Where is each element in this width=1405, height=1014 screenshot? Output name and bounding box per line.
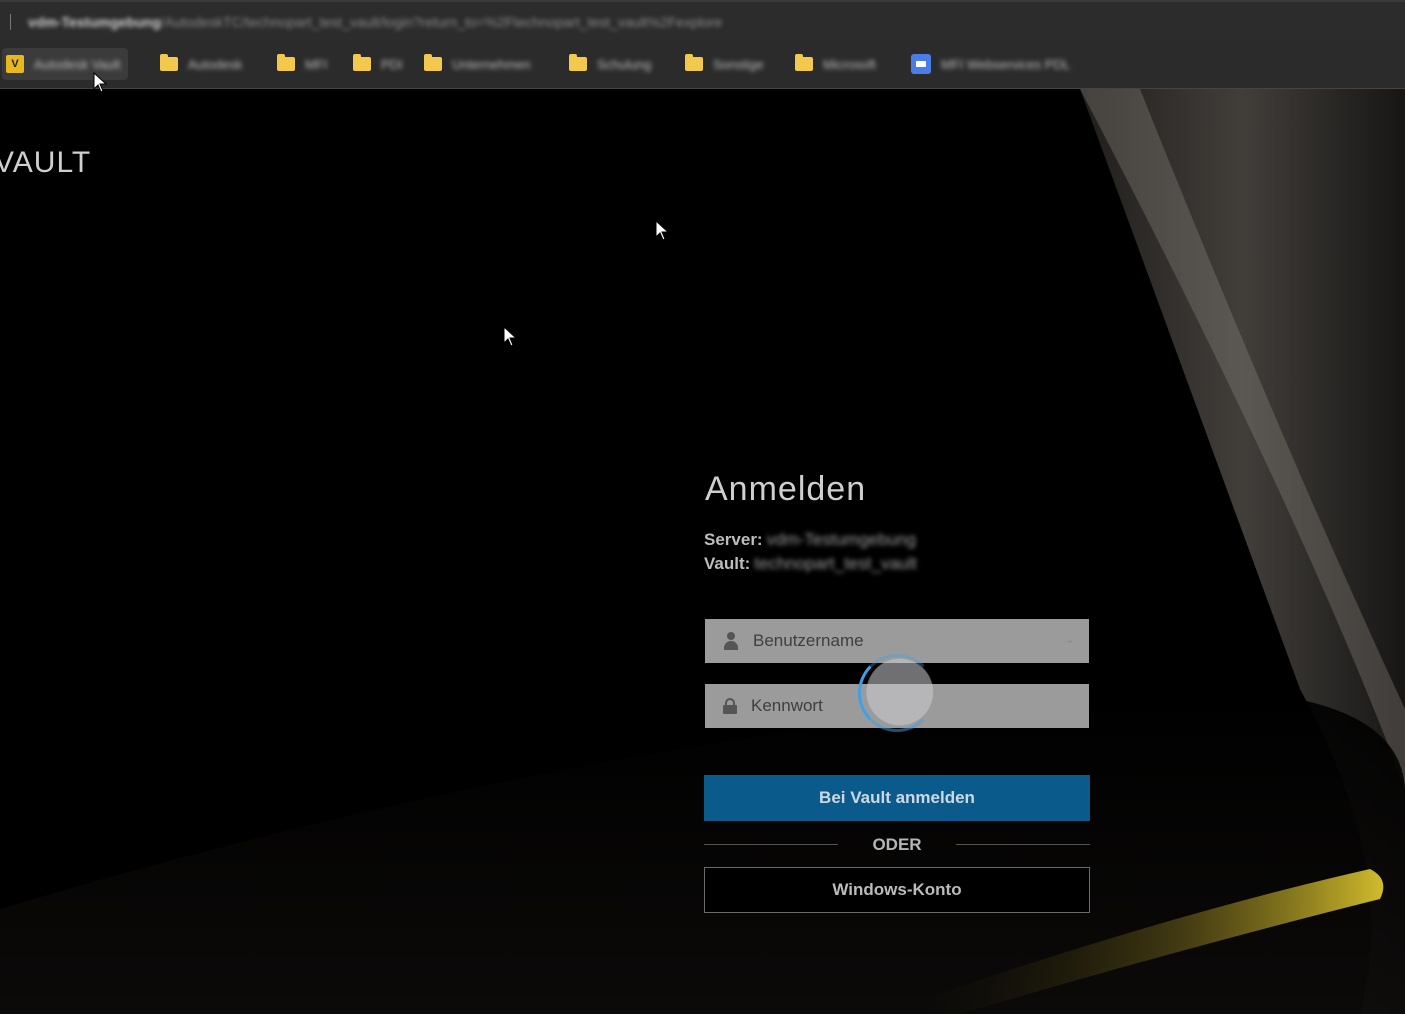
bookmark-autodesk[interactable]: Autodesk <box>160 48 242 80</box>
server-label: Server: <box>704 530 763 549</box>
brand-logo-text: VAULT <box>0 146 92 179</box>
lock-icon <box>723 698 737 714</box>
server-info: Server: vdm-Testumgebung <box>704 530 916 550</box>
or-label: ODER <box>872 835 922 854</box>
bookmark-sonstige[interactable]: Sonstige <box>685 48 764 80</box>
page-title: Anmelden <box>705 470 867 508</box>
divider-line-right <box>956 844 1090 845</box>
microsoft-icon <box>911 54 931 74</box>
bookmark-unternehmen[interactable]: Unternehmen <box>424 48 531 80</box>
bookmarks-bar: V Autodesk Vault Autodesk MFI PDI Untern… <box>0 42 1405 89</box>
bookmark-label: Microsoft <box>823 56 876 72</box>
folder-icon <box>353 54 371 71</box>
url-host: vdm-Testumgebung <box>28 14 161 30</box>
address-bar[interactable]: vdm-Testumgebung/AutodeskTC/technopart_t… <box>0 0 1405 42</box>
bookmark-pdi[interactable]: PDI <box>353 48 403 80</box>
username-input[interactable] <box>751 630 1055 652</box>
user-icon <box>723 632 739 650</box>
text-caret <box>10 14 11 30</box>
bookmark-autodesk-vault[interactable]: V Autodesk Vault <box>2 48 129 80</box>
url-text[interactable]: vdm-Testumgebung/AutodeskTC/technopart_t… <box>28 14 722 30</box>
bookmark-label: MFI Webservices PDL <box>941 56 1071 72</box>
vault-label: Vault: <box>704 554 751 573</box>
bookmark-label: Autodesk <box>188 56 243 72</box>
server-value: vdm-Testumgebung <box>766 530 916 549</box>
folder-icon <box>160 54 178 71</box>
bookmark-mfi[interactable]: MFI <box>277 48 327 80</box>
bookmark-label: Autodesk Vault <box>34 56 121 72</box>
windows-account-button[interactable]: Windows-Konto <box>704 867 1090 913</box>
bookmark-label: MFI <box>305 56 328 72</box>
folder-icon <box>569 54 587 71</box>
folder-icon <box>795 54 813 71</box>
vault-login-button[interactable]: Bei Vault anmelden <box>704 775 1090 821</box>
vault-value: technopart_test_vault <box>754 554 917 573</box>
chevron-down-icon: ⌄ <box>1064 632 1075 646</box>
vault-logo-icon: V <box>6 55 24 73</box>
vault-info: Vault: technopart_test_vault <box>704 554 917 574</box>
folder-icon <box>277 54 295 71</box>
bookmark-schulung[interactable]: Schulung <box>569 48 651 80</box>
bookmark-mfi-webservices[interactable]: MFI Webservices PDL <box>911 48 1070 80</box>
loading-spinner-icon <box>858 654 936 732</box>
bookmark-microsoft[interactable]: Microsoft <box>795 48 876 80</box>
background-graphic <box>0 89 1405 1014</box>
or-divider: ODER <box>704 835 1090 855</box>
bookmark-label: Schulung <box>597 56 652 72</box>
url-path: /AutodeskTC/technopart_test_vault/login?… <box>160 14 723 30</box>
bookmark-label: Unternehmen <box>452 56 531 72</box>
bookmark-label: PDI <box>381 56 403 72</box>
folder-icon <box>424 54 442 71</box>
bookmark-label: Sonstige <box>713 56 764 72</box>
folder-icon <box>685 54 703 71</box>
